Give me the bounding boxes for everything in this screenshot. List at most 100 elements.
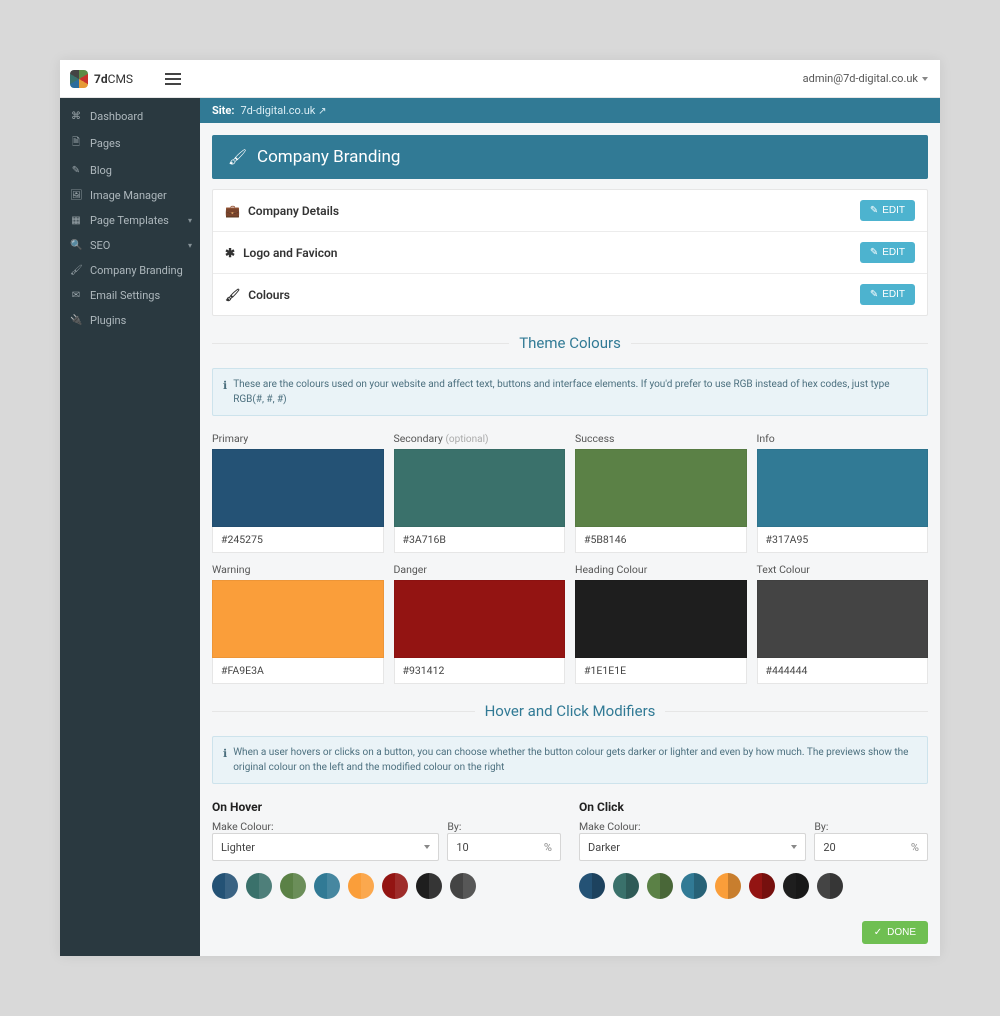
sidebar-item-email-settings[interactable]: ✉Email Settings bbox=[60, 283, 200, 308]
main-area: Site: 7d-digital.co.uk ↗ 🖌 Company Brand… bbox=[200, 98, 940, 956]
click-make-select[interactable]: Darker bbox=[579, 833, 806, 861]
external-link-icon: ↗ bbox=[318, 106, 326, 117]
swatch-color[interactable] bbox=[394, 580, 566, 658]
site-bar: Site: 7d-digital.co.uk ↗ bbox=[200, 98, 940, 123]
section-label-colours: Colours bbox=[248, 288, 290, 302]
topbar: 7dCMS admin@7d-digital.co.uk bbox=[60, 60, 940, 98]
hover-make-label: Make Colour: bbox=[212, 820, 439, 833]
body-layout: ⌘Dashboard🗎Pages✎Blog🖼Image Manager▦Page… bbox=[60, 98, 940, 956]
preview-dot bbox=[382, 873, 408, 899]
sidebar-item-page-templates[interactable]: ▦Page Templates▾ bbox=[60, 208, 200, 233]
hover-make-select[interactable]: Lighter bbox=[212, 833, 439, 861]
sidebar-item-label: SEO bbox=[90, 239, 110, 252]
sidebar-item-plugins[interactable]: 🔌 Plugins bbox=[60, 308, 200, 333]
hover-by-input[interactable]: 10 % bbox=[447, 833, 561, 861]
modifiers-info: ℹ When a user hovers or clicks on a butt… bbox=[212, 736, 928, 784]
swatch-color[interactable] bbox=[757, 580, 929, 658]
swatch-color[interactable] bbox=[212, 580, 384, 658]
click-make-label: Make Colour: bbox=[579, 820, 806, 833]
menu-toggle-icon[interactable] bbox=[165, 73, 181, 85]
dashboard-icon: ⌘ bbox=[70, 111, 82, 122]
asterisk-icon: ✱ bbox=[225, 246, 235, 260]
chevron-down-icon bbox=[424, 845, 430, 849]
logo-icon bbox=[70, 70, 88, 88]
sidebar-item-label: Plugins bbox=[90, 314, 126, 327]
section-logo-favicon: ✱ Logo and Favicon ✎ EDIT bbox=[213, 232, 927, 274]
swatch-color[interactable] bbox=[757, 449, 929, 527]
sidebar-item-pages[interactable]: 🗎Pages bbox=[60, 129, 200, 158]
brush-icon: 🖌 bbox=[70, 265, 82, 276]
section-label-logo-favicon: Logo and Favicon bbox=[243, 246, 337, 260]
swatch-value-input[interactable]: #5B8146 bbox=[575, 527, 747, 553]
mail-icon: ✉ bbox=[70, 290, 82, 301]
logo[interactable]: 7dCMS bbox=[60, 70, 133, 88]
edit-company-details-button[interactable]: ✎ EDIT bbox=[860, 200, 915, 221]
swatch-success: Success #5B8146 bbox=[575, 432, 747, 553]
edit-colours-button[interactable]: ✎ EDIT bbox=[860, 284, 915, 305]
sections-panel: 💼 Company Details ✎ EDIT ✱ Logo and Favi… bbox=[212, 189, 928, 316]
site-label: Site: bbox=[212, 104, 234, 117]
info-icon: ℹ bbox=[223, 746, 227, 763]
sidebar: ⌘Dashboard🗎Pages✎Blog🖼Image Manager▦Page… bbox=[60, 98, 200, 956]
check-icon: ✓ bbox=[874, 927, 882, 938]
briefcase-icon: 💼 bbox=[225, 204, 240, 218]
page-title-bar: 🖌 Company Branding bbox=[212, 135, 928, 179]
swatch-value-input[interactable]: #245275 bbox=[212, 527, 384, 553]
swatch-label: Warning bbox=[212, 563, 384, 576]
done-button[interactable]: ✓ DONE bbox=[862, 921, 928, 944]
swatch-value-input[interactable]: #317A95 bbox=[757, 527, 929, 553]
on-hover-column: On Hover Make Colour: Lighter By: bbox=[212, 800, 561, 899]
content: 🖌 Company Branding 💼 Company Details ✎ E… bbox=[200, 123, 940, 956]
swatch-color[interactable] bbox=[212, 449, 384, 527]
app-window: 7dCMS admin@7d-digital.co.uk ⌘ Dashboard 🗎… bbox=[60, 60, 940, 956]
swatch-label: Success bbox=[575, 432, 747, 445]
sidebar-item-label: Image Manager bbox=[90, 189, 167, 202]
swatch-value-input[interactable]: #1E1E1E bbox=[575, 658, 747, 684]
swatch-primary: Primary #245275 bbox=[212, 432, 384, 553]
preview-dot bbox=[817, 873, 843, 899]
preview-dot bbox=[613, 873, 639, 899]
sidebar-item-image-manager[interactable]: 🖼 Image Manager bbox=[60, 183, 200, 208]
sidebar-item-label: Page Templates bbox=[90, 214, 169, 227]
user-menu[interactable]: admin@7d-digital.co.uk bbox=[803, 72, 928, 85]
chevron-down-icon: ▾ bbox=[188, 241, 192, 250]
sidebar-item-seo[interactable]: 🔍SEO▾ bbox=[60, 233, 200, 258]
swatch-color[interactable] bbox=[575, 580, 747, 658]
swatch-color[interactable] bbox=[575, 449, 747, 527]
sidebar-item-dashboard[interactable]: ⌘ Dashboard bbox=[60, 104, 200, 129]
on-click-column: On Click Make Colour: Darker By: bbox=[579, 800, 928, 899]
site-domain-link[interactable]: 7d-digital.co.uk ↗ bbox=[240, 104, 326, 117]
topbar-left: 7dCMS bbox=[60, 70, 181, 88]
swatch-value-input[interactable]: #FA9E3A bbox=[212, 658, 384, 684]
swatch-value-input[interactable]: #931412 bbox=[394, 658, 566, 684]
sidebar-item-label: Blog bbox=[90, 164, 112, 177]
swatch-secondary: Secondary (optional)#3A716B bbox=[394, 432, 566, 553]
edit-logo-favicon-button[interactable]: ✎ EDIT bbox=[860, 242, 915, 263]
swatch-info: Info #317A95 bbox=[757, 432, 929, 553]
sidebar-item-company-branding[interactable]: 🖌Company Branding bbox=[60, 258, 200, 283]
user-email: admin@7d-digital.co.uk bbox=[803, 72, 918, 85]
brush-icon: 🖌 bbox=[228, 148, 247, 166]
swatch-value-input[interactable]: #3A716B bbox=[394, 527, 566, 553]
swatch-label: Primary bbox=[212, 432, 384, 445]
image-icon: 🖼 bbox=[70, 190, 82, 201]
sidebar-item-label: Dashboard bbox=[90, 110, 143, 123]
swatch-color[interactable] bbox=[394, 449, 566, 527]
pencil-icon: ✎ bbox=[870, 289, 878, 300]
plug-icon: 🔌 bbox=[70, 315, 82, 326]
chevron-down-icon: ▾ bbox=[188, 216, 192, 225]
sidebar-item-blog[interactable]: ✎Blog bbox=[60, 158, 200, 183]
preview-dot bbox=[212, 873, 238, 899]
click-by-label: By: bbox=[814, 820, 928, 833]
section-colours: 🖌 Colours ✎ EDIT bbox=[213, 274, 927, 315]
section-company-details: 💼 Company Details ✎ EDIT bbox=[213, 190, 927, 232]
preview-dot bbox=[416, 873, 442, 899]
chevron-down-icon bbox=[922, 77, 928, 81]
swatch-value-input[interactable]: #444444 bbox=[757, 658, 929, 684]
theme-colours-heading-wrap: Theme Colours bbox=[212, 334, 928, 352]
hover-preview-row bbox=[212, 873, 561, 899]
info-icon: ℹ bbox=[223, 378, 227, 395]
click-by-input[interactable]: 20 % bbox=[814, 833, 928, 861]
swatch-heading-colour: Heading Colour #1E1E1E bbox=[575, 563, 747, 684]
theme-colours-heading: Theme Colours bbox=[519, 334, 621, 352]
